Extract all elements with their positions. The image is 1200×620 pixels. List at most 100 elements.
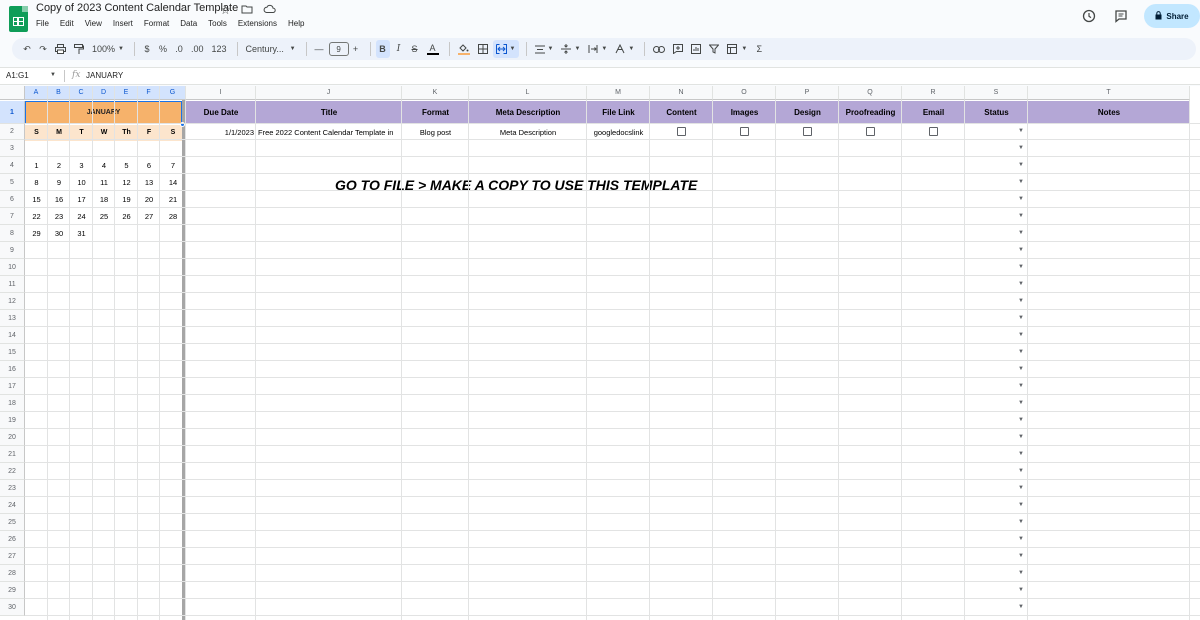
filter-icon[interactable] bbox=[706, 40, 722, 58]
weekday-cell[interactable]: S bbox=[25, 124, 48, 140]
status-dropdown-arrow[interactable]: ▼ bbox=[1018, 162, 1024, 168]
version-history-icon[interactable] bbox=[1080, 7, 1098, 25]
paint-format-icon[interactable] bbox=[71, 40, 87, 58]
calendar-day-cell[interactable]: 25 bbox=[93, 208, 115, 225]
calendar-day-cell[interactable]: 26 bbox=[115, 208, 138, 225]
spreadsheet-grid[interactable]: JANUARY GO TO FILE > MAKE A COPY TO USE … bbox=[0, 86, 1200, 620]
status-dropdown-arrow[interactable]: ▼ bbox=[1018, 281, 1024, 287]
menu-item-extensions[interactable]: Extensions bbox=[238, 19, 277, 28]
header-notes[interactable]: Notes bbox=[1028, 101, 1190, 124]
row-header[interactable]: 6 bbox=[0, 191, 25, 208]
column-header-o[interactable]: O bbox=[713, 86, 776, 100]
row-header[interactable]: 20 bbox=[0, 429, 25, 446]
chevron-down-icon[interactable]: ▼ bbox=[50, 72, 56, 78]
menu-item-tools[interactable]: Tools bbox=[208, 19, 227, 28]
more-formats-button[interactable]: 123 bbox=[209, 40, 230, 58]
column-header-g[interactable]: G bbox=[160, 86, 186, 100]
percent-format-button[interactable]: % bbox=[156, 40, 170, 58]
header-title[interactable]: Title bbox=[256, 101, 402, 124]
column-header-t[interactable]: T bbox=[1028, 86, 1190, 100]
insert-chart-icon[interactable] bbox=[688, 40, 704, 58]
calendar-day-cell[interactable]: 2 bbox=[48, 157, 70, 174]
row-header[interactable]: 7 bbox=[0, 208, 25, 225]
menu-item-edit[interactable]: Edit bbox=[60, 19, 74, 28]
filter-views-icon[interactable]: ▼ bbox=[724, 40, 750, 58]
status-dropdown-arrow[interactable]: ▼ bbox=[1018, 298, 1024, 304]
calendar-day-cell[interactable]: 15 bbox=[25, 191, 48, 208]
row-header[interactable]: 12 bbox=[0, 293, 25, 310]
status-dropdown-arrow[interactable]: ▼ bbox=[1018, 468, 1024, 474]
status-dropdown-arrow[interactable]: ▼ bbox=[1018, 332, 1024, 338]
menu-item-insert[interactable]: Insert bbox=[113, 19, 133, 28]
row-header[interactable]: 24 bbox=[0, 497, 25, 514]
strikethrough-button[interactable]: S bbox=[408, 40, 422, 58]
font-size-input[interactable]: 9 bbox=[328, 42, 349, 56]
column-header-s[interactable]: S bbox=[965, 86, 1028, 100]
menu-item-file[interactable]: File bbox=[36, 19, 49, 28]
vertical-align-icon[interactable]: ▼ bbox=[558, 40, 583, 58]
meta-description-cell[interactable]: Meta Description bbox=[469, 124, 587, 140]
column-header-n[interactable]: N bbox=[650, 86, 713, 100]
calendar-day-cell[interactable]: 18 bbox=[93, 191, 115, 208]
undo-icon[interactable]: ↶ bbox=[20, 40, 34, 58]
calendar-day-cell[interactable]: 22 bbox=[25, 208, 48, 225]
row-header[interactable]: 19 bbox=[0, 412, 25, 429]
row-header[interactable]: 25 bbox=[0, 514, 25, 531]
row-header[interactable]: 2 bbox=[0, 124, 25, 140]
increase-decimal-button[interactable]: .00 bbox=[188, 40, 207, 58]
select-all-corner[interactable] bbox=[0, 86, 25, 100]
column-header-d[interactable]: D bbox=[93, 86, 115, 100]
calendar-day-cell[interactable]: 3 bbox=[70, 157, 93, 174]
column-header-b[interactable]: B bbox=[48, 86, 70, 100]
row-header[interactable]: 15 bbox=[0, 344, 25, 361]
row-header[interactable]: 22 bbox=[0, 463, 25, 480]
status-dropdown-arrow[interactable]: ▼ bbox=[1018, 383, 1024, 389]
format-cell[interactable]: Blog post bbox=[402, 124, 469, 140]
weekday-cell[interactable]: F bbox=[138, 124, 160, 140]
row-header[interactable]: 16 bbox=[0, 361, 25, 378]
row-header[interactable]: 21 bbox=[0, 446, 25, 463]
row-header[interactable]: 27 bbox=[0, 548, 25, 565]
status-dropdown-arrow[interactable]: ▼ bbox=[1018, 604, 1024, 610]
calendar-day-cell[interactable]: 23 bbox=[48, 208, 70, 225]
row-header[interactable]: 29 bbox=[0, 582, 25, 599]
borders-icon[interactable] bbox=[475, 40, 491, 58]
status-dropdown-arrow[interactable]: ▼ bbox=[1018, 536, 1024, 542]
status-dropdown-arrow[interactable]: ▼ bbox=[1018, 417, 1024, 423]
calendar-day-cell[interactable]: 12 bbox=[115, 174, 138, 191]
row-header[interactable]: 10 bbox=[0, 259, 25, 276]
increase-font-size-button[interactable]: + bbox=[349, 40, 363, 58]
column-header-r[interactable]: R bbox=[902, 86, 965, 100]
status-dropdown-arrow[interactable]: ▼ bbox=[1018, 502, 1024, 508]
calendar-day-cell[interactable]: 7 bbox=[160, 157, 186, 174]
status-dropdown-arrow[interactable]: ▼ bbox=[1018, 230, 1024, 236]
share-button[interactable]: Share bbox=[1144, 4, 1200, 28]
calendar-day-cell[interactable]: 17 bbox=[70, 191, 93, 208]
weekday-cell[interactable]: M bbox=[48, 124, 70, 140]
status-dropdown-arrow[interactable]: ▼ bbox=[1018, 264, 1024, 270]
calendar-day-cell[interactable]: 13 bbox=[138, 174, 160, 191]
header-content[interactable]: Content bbox=[650, 101, 713, 124]
column-header-a[interactable]: A bbox=[25, 86, 48, 100]
functions-button[interactable]: Σ bbox=[752, 40, 766, 58]
column-header-m[interactable]: M bbox=[587, 86, 650, 100]
due-date-cell[interactable]: 1/1/2023 bbox=[186, 124, 256, 140]
menu-item-data[interactable]: Data bbox=[180, 19, 197, 28]
status-dropdown-arrow[interactable]: ▼ bbox=[1018, 434, 1024, 440]
calendar-day-cell[interactable]: 28 bbox=[160, 208, 186, 225]
calendar-day-cell[interactable]: 10 bbox=[70, 174, 93, 191]
menu-item-view[interactable]: View bbox=[85, 19, 102, 28]
comments-icon[interactable] bbox=[1112, 7, 1130, 25]
status-dropdown-arrow[interactable]: ▼ bbox=[1018, 179, 1024, 185]
file-link-cell[interactable]: googledocslink bbox=[587, 124, 650, 140]
weekday-cell[interactable]: W bbox=[93, 124, 115, 140]
checkbox[interactable] bbox=[928, 127, 938, 136]
title-cell[interactable]: Free 2022 Content Calendar Template in bbox=[256, 124, 402, 140]
status-dropdown-arrow[interactable]: ▼ bbox=[1018, 128, 1024, 134]
row-header[interactable]: 4 bbox=[0, 157, 25, 174]
row-header[interactable]: 30 bbox=[0, 599, 25, 616]
calendar-day-cell[interactable]: 11 bbox=[93, 174, 115, 191]
weekday-cell[interactable]: S bbox=[160, 124, 186, 140]
status-dropdown-arrow[interactable]: ▼ bbox=[1018, 587, 1024, 593]
column-header-k[interactable]: K bbox=[402, 86, 469, 100]
